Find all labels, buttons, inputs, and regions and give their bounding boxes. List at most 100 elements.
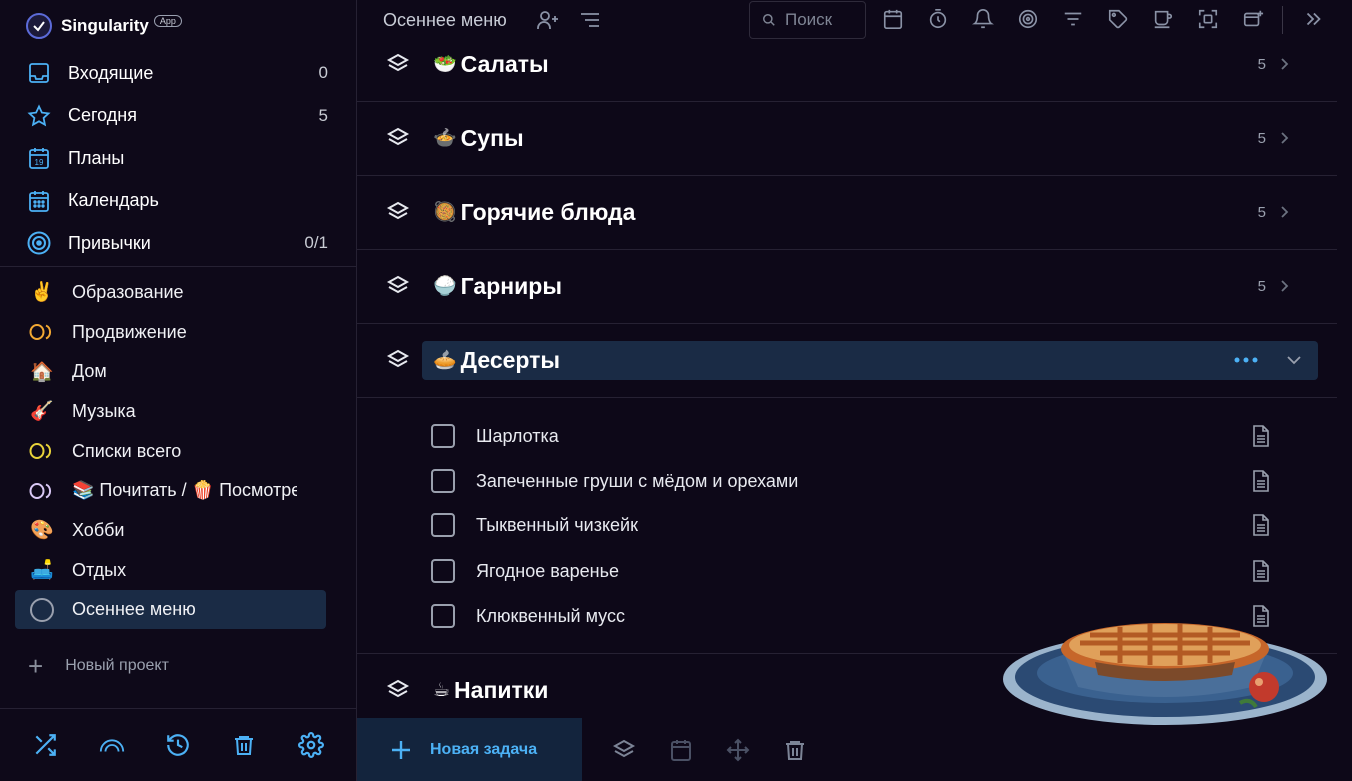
trash-icon[interactable] [783,738,807,762]
section-title-text: Салаты [460,50,549,77]
search-input[interactable]: Поиск [749,1,866,39]
new-project-button[interactable]: + Новый проект [0,646,356,686]
task-checkbox[interactable] [431,513,455,537]
nav-inbox[interactable]: Входящие 0 [0,52,356,95]
chevron-right-icon[interactable] [1277,279,1291,293]
project-lists[interactable]: Списки всего [0,431,356,471]
nav-plans[interactable]: 19 Планы [0,137,356,180]
note-icon[interactable] [1251,470,1271,492]
task-checkbox[interactable] [431,469,455,493]
nav-label: Планы [68,147,125,168]
nav-today[interactable]: Сегодня 5 [0,95,356,138]
project-rest[interactable]: 🛋️ Отдых [0,550,356,590]
section-count: 5 [1257,55,1266,73]
project-music[interactable]: 🎸 Музыка [0,392,356,432]
shuffle-icon[interactable] [31,731,59,759]
section-title: 🥘 Горячие блюда [433,199,635,226]
gear-icon[interactable] [297,731,325,759]
chevron-right-icon[interactable] [1277,57,1291,71]
project-label: Продвижение [72,321,187,342]
task-title: Шарлотка [476,425,559,446]
new-project-label: Новый проект [65,656,169,674]
layers-icon[interactable] [386,52,410,76]
note-icon[interactable] [1251,425,1271,447]
nav-count: 0/1 [304,233,328,253]
calendar-icon[interactable] [880,6,906,32]
cup-icon[interactable] [1150,6,1176,32]
nav-habits[interactable]: Привычки 0/1 [0,222,356,265]
section-sides[interactable]: 🍚 Гарниры 5 [357,266,1337,306]
layers-icon[interactable] [386,274,410,298]
add-user-icon[interactable] [535,7,561,33]
plus-icon [392,740,410,759]
bell-icon[interactable] [970,6,996,32]
rainbow-icon[interactable] [98,731,126,759]
list-circle-icon [29,438,55,464]
singularity-logo-icon [26,13,52,39]
project-list: ✌️ Образование Продвижение 🏠 Дом 🎸 Музык… [0,267,356,630]
sort-icon[interactable] [577,7,603,33]
project-autumn-menu[interactable]: Осеннее меню [0,590,356,630]
task-checkbox[interactable] [431,604,455,628]
page-title: Осеннее меню [383,9,507,30]
chevron-right-icon[interactable] [1277,131,1291,145]
calendar-icon[interactable] [669,738,693,762]
nav-label: Привычки [68,232,151,253]
section-title-text: Горячие блюда [460,198,636,225]
section-soups[interactable]: 🍲 Супы 5 [357,118,1337,158]
couch-icon: 🛋️ [30,560,54,582]
task-item[interactable]: Тыквенный чизкейк [431,503,1271,547]
tag-icon[interactable] [1105,6,1131,32]
divider [357,249,1337,250]
chevron-right-icon[interactable] [1277,205,1291,219]
project-hobby[interactable]: 🎨 Хобби [0,511,356,551]
project-promotion[interactable]: Продвижение [0,312,356,352]
task-item[interactable]: Запеченные груши с мёдом и орехами [431,459,1271,503]
project-read-watch[interactable]: 📚 Почитать / 🍿 Посмотреть [0,471,356,511]
project-label: Списки всего [72,440,182,461]
collapse-panel-icon[interactable] [1302,8,1324,35]
section-title-text: Десерты [460,346,561,373]
section-count: 5 [1257,203,1266,221]
layers-icon[interactable] [386,348,410,372]
section-salads[interactable]: 🥗 Салаты 5 [357,44,1337,84]
plus-icon: + [28,650,44,681]
chevron-down-icon[interactable] [1286,352,1302,368]
star-icon [26,103,52,129]
house-icon: 🏠 [30,361,54,383]
project-home[interactable]: 🏠 Дом [0,352,356,392]
history-icon[interactable] [164,731,192,759]
new-task-button[interactable]: Новая задача [357,718,582,781]
project-education[interactable]: ✌️ Образование [0,273,356,313]
task-title: Запеченные груши с мёдом и орехами [476,470,799,491]
stopwatch-icon[interactable] [925,6,951,32]
nav-calendar[interactable]: Календарь [0,180,356,223]
task-checkbox[interactable] [431,559,455,583]
divider [357,397,1337,398]
task-checkbox[interactable] [431,424,455,448]
section-title: 🥗 Салаты [433,51,549,78]
nav-label: Сегодня [68,105,137,126]
layers-icon[interactable] [386,126,410,150]
add-card-icon[interactable] [1240,6,1266,32]
section-count: 5 [1257,129,1266,147]
task-item[interactable]: Ягодное варенье [431,549,1271,593]
note-icon[interactable] [1251,514,1271,536]
layers-icon[interactable] [386,678,410,702]
trash-icon[interactable] [230,731,258,759]
layers-icon[interactable] [612,738,636,762]
focus-icon[interactable] [1195,6,1221,32]
filter-icon[interactable] [1060,6,1086,32]
layers-icon[interactable] [386,200,410,224]
section-title: 🍲 Супы [433,125,524,152]
app-name: Singularity [61,16,149,35]
note-icon[interactable] [1251,560,1271,582]
list-circle-icon [29,319,55,345]
guitar-icon: 🎸 [30,401,54,423]
target-icon[interactable] [1015,6,1041,32]
section-hot-dishes[interactable]: 🥘 Горячие блюда 5 [357,192,1337,232]
move-icon[interactable] [726,738,750,762]
task-item[interactable]: Шарлотка [431,414,1271,458]
section-desserts[interactable]: 🥧 Десерты [357,340,1337,380]
more-options-icon[interactable] [1233,356,1259,364]
